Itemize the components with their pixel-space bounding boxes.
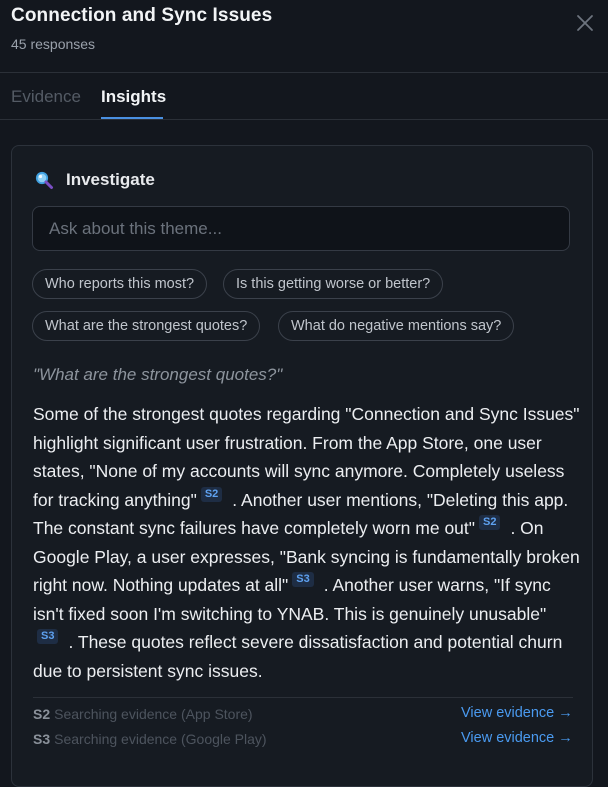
suggestion-who-reports[interactable]: Who reports this most? xyxy=(32,269,208,299)
magnifier-icon xyxy=(34,170,54,190)
answer-segment: . These quotes reflect severe dissatisfa… xyxy=(33,632,563,681)
citation-badge[interactable]: S3 xyxy=(37,629,59,644)
source-status: Searching evidence (Google Play) xyxy=(54,731,267,747)
citation-badge[interactable]: S3 xyxy=(292,572,314,587)
source-id: S2 xyxy=(33,706,51,722)
citation-badge[interactable]: S2 xyxy=(478,515,501,530)
response-count: 45 responses xyxy=(11,36,96,52)
source-status: Searching evidence (App Store) xyxy=(54,706,253,722)
investigate-heading: Investigate xyxy=(34,170,155,190)
answer-text: Some of the strongest quotes regarding "… xyxy=(33,400,581,685)
tab-evidence[interactable]: Evidence xyxy=(11,87,81,107)
source-row: S3 Searching evidence (Google Play) xyxy=(33,731,267,747)
panel-header: Connection and Sync Issues 45 responses xyxy=(0,0,608,73)
source-id: S3 xyxy=(33,731,51,747)
ask-input[interactable] xyxy=(32,206,570,251)
investigate-card: Investigate Who reports this most? Is th… xyxy=(11,145,593,787)
close-icon[interactable] xyxy=(574,12,596,34)
tab-insights[interactable]: Insights xyxy=(101,87,166,107)
citation-badge[interactable]: S2 xyxy=(200,486,223,502)
sources-divider xyxy=(33,697,573,698)
suggestion-trend[interactable]: Is this getting worse or better? xyxy=(223,269,444,299)
view-evidence-link[interactable]: View evidence → xyxy=(461,705,573,721)
active-tab-indicator xyxy=(101,117,163,119)
panel-title: Connection and Sync Issues xyxy=(11,5,273,26)
suggestion-strongest-quotes[interactable]: What are the strongest quotes? xyxy=(32,311,261,341)
suggestion-negative-mentions[interactable]: What do negative mentions say? xyxy=(278,311,515,341)
view-evidence-link[interactable]: View evidence → xyxy=(461,730,573,746)
asked-question: "What are the strongest quotes?" xyxy=(33,365,283,384)
tab-bar: Evidence Insights xyxy=(0,73,608,120)
source-row: S2 Searching evidence (App Store) xyxy=(33,706,253,722)
investigate-label: Investigate xyxy=(66,170,155,189)
